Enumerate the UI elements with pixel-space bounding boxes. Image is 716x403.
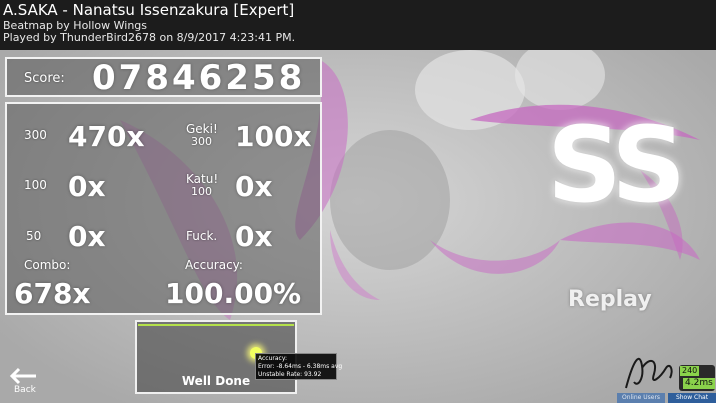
geki-sub-label: 300 (191, 135, 212, 148)
accuracy-label: Accuracy: (185, 258, 243, 272)
combo-label: Combo: (24, 258, 71, 272)
score-label: Score: (24, 71, 65, 86)
replay-button[interactable]: Replay (568, 287, 652, 312)
tooltip-line-3: Unstable Rate: 93.92 (258, 371, 322, 378)
header-bar: A.SAKA - Nanatsu Issenzakura [Expert] Be… (0, 0, 716, 50)
katu-sub-label: 100 (191, 185, 212, 198)
miss-value: 0x (235, 220, 273, 253)
show-chat-button[interactable]: Show Chat (668, 393, 716, 403)
hit100-value: 0x (68, 170, 106, 203)
score-value: 07846258 (92, 58, 306, 98)
tooltip-line-2: Error: -8.64ms - 6.38ms avg (258, 363, 343, 370)
online-users-button[interactable]: Online Users (617, 393, 665, 403)
hit50-value: 0x (68, 220, 106, 253)
accuracy-value: 100.00% (165, 277, 302, 310)
hp-graph-line (138, 324, 294, 326)
hit300-value: 470x (68, 120, 145, 153)
signature-graphic (625, 357, 673, 389)
combo-value: 678x (14, 277, 91, 310)
song-title: A.SAKA - Nanatsu Issenzakura [Expert] (3, 1, 295, 19)
tooltip-line-1: Accuracy: (258, 355, 287, 362)
played-by: Played by ThunderBird2678 on 8/9/2017 4:… (3, 31, 296, 44)
hit100-label: 100 (24, 178, 47, 192)
katu-value: 0x (235, 170, 273, 203)
back-button-label[interactable]: Back (14, 385, 36, 395)
accuracy-tooltip: Accuracy: Error: -8.64ms - 6.38ms avg Un… (255, 353, 343, 380)
frametime-value: 4.2ms (683, 378, 715, 389)
hit300-label: 300 (24, 128, 47, 142)
grade-rank: SS (547, 104, 686, 226)
fps-value: 240 (680, 366, 700, 376)
hit50-label: 50 (26, 229, 42, 243)
geki-value: 100x (235, 120, 312, 153)
miss-label: Fuck. (186, 229, 218, 243)
